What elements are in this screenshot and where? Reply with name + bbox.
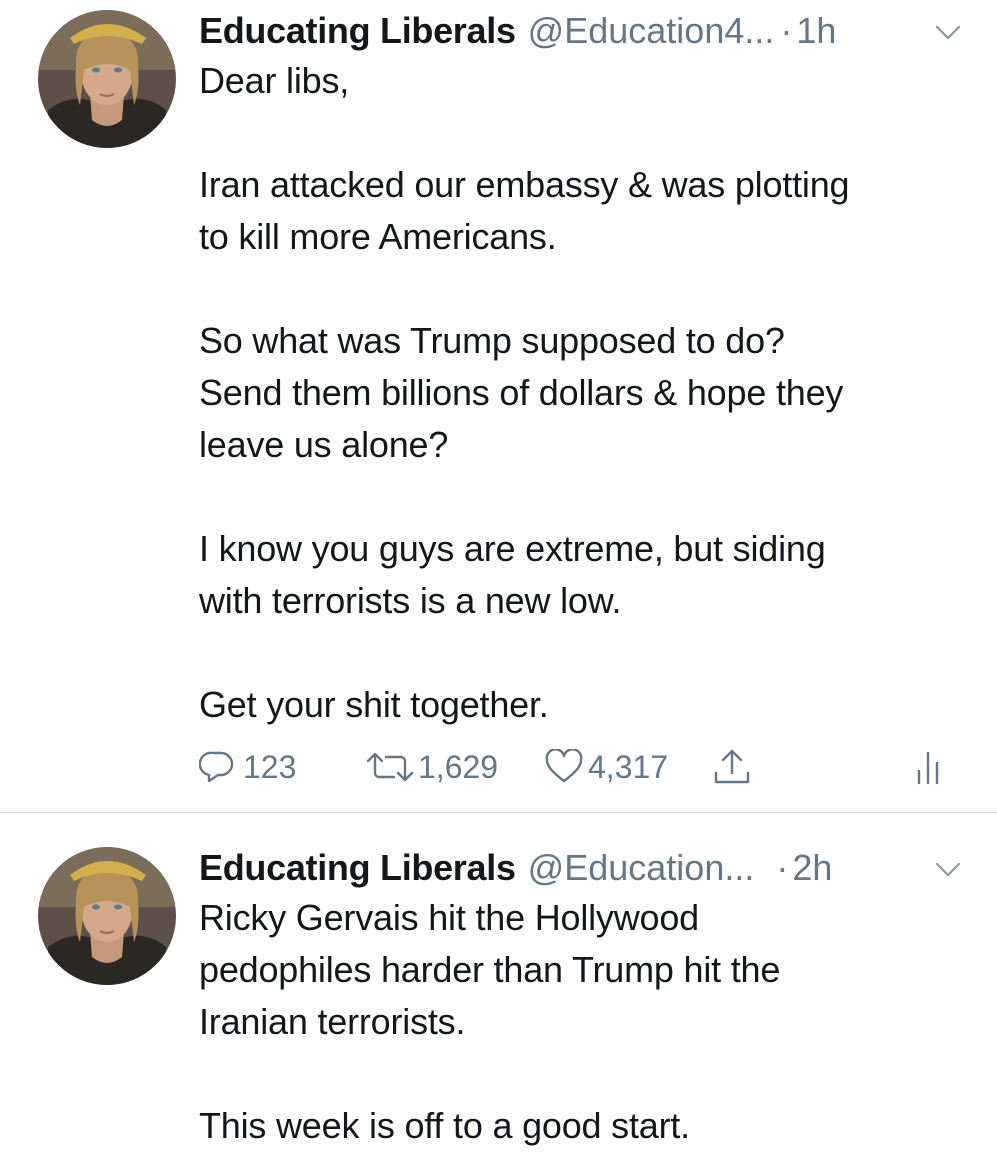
timestamp[interactable]: 1h	[796, 9, 836, 53]
text-line: with terrorists is a new low.	[199, 580, 622, 621]
paragraph: I know you guys are extreme, but siding …	[199, 523, 979, 627]
text-line: to kill more Americans.	[199, 216, 557, 257]
profile-photo-icon	[38, 847, 176, 985]
text-line: I know you guys are extreme, but siding	[199, 528, 826, 569]
chevron-down-icon[interactable]	[933, 17, 963, 47]
separator: ·	[780, 10, 793, 51]
retweet-count: 1,629	[418, 748, 499, 785]
paragraph: So what was Trump supposed to do? Send t…	[199, 315, 979, 471]
tweet-header: Educating Liberals @Education4... · 1h	[199, 9, 967, 53]
paragraph: This week is off to a good start.	[199, 1100, 979, 1152]
analytics-button[interactable]	[914, 742, 944, 792]
chevron-down-icon[interactable]	[933, 854, 963, 884]
reply-icon	[199, 751, 234, 783]
text-line: pedophiles harder than Trump hit the	[199, 949, 781, 990]
text-line: Iranian terrorists.	[199, 1001, 466, 1042]
tweet-text: Ricky Gervais hit the Hollywood pedophil…	[199, 892, 979, 1152]
author-handle[interactable]: @Education4...	[528, 9, 775, 53]
text-line: Ricky Gervais hit the Hollywood	[199, 897, 699, 938]
share-icon	[714, 749, 750, 784]
retweet-icon	[366, 752, 414, 782]
tweet-header: Educating Liberals @Education... · 2h	[199, 846, 967, 890]
heart-icon	[545, 749, 583, 783]
text-line: This week is off to a good start.	[199, 1105, 690, 1146]
author-name[interactable]: Educating Liberals	[199, 846, 516, 890]
avatar[interactable]	[38, 847, 176, 985]
text-line: Dear libs,	[199, 60, 350, 101]
analytics-icon	[917, 751, 939, 785]
text-line: Send them billions of dollars & hope the…	[199, 372, 844, 413]
like-button[interactable]: 4,317	[544, 742, 668, 792]
tweet-actions: 123 1,629 4,317	[199, 742, 959, 792]
retweet-button[interactable]: 1,629	[364, 742, 498, 792]
like-count: 4,317	[588, 748, 669, 785]
paragraph: Ricky Gervais hit the Hollywood pedophil…	[199, 892, 979, 1048]
paragraph: Iran attacked our embassy & was plotting…	[199, 159, 979, 263]
text-line: Get your shit together.	[199, 684, 549, 725]
text-line: leave us alone?	[199, 424, 449, 465]
avatar[interactable]	[38, 10, 176, 148]
paragraph: Dear libs,	[199, 55, 979, 107]
tweet[interactable]: Educating Liberals @Education4... · 1h D…	[0, 0, 997, 812]
text-line: Iran attacked our embassy & was plotting	[199, 164, 850, 205]
paragraph: Get your shit together.	[199, 679, 979, 731]
reply-count: 123	[243, 748, 297, 785]
profile-photo-icon	[38, 10, 176, 148]
tweet[interactable]: Educating Liberals @Education... · 2h Ri…	[0, 813, 997, 1153]
text-line: So what was Trump supposed to do?	[199, 320, 785, 361]
share-button[interactable]	[712, 742, 752, 792]
reply-button[interactable]: 123	[199, 742, 296, 792]
timeline: Educating Liberals @Education4... · 1h D…	[0, 0, 997, 1153]
tweet-text: Dear libs, Iran attacked our embassy & w…	[199, 55, 979, 731]
separator: ·	[776, 847, 789, 888]
timestamp[interactable]: 2h	[792, 846, 832, 890]
author-handle[interactable]: @Education...	[528, 846, 755, 890]
author-name[interactable]: Educating Liberals	[199, 9, 516, 53]
